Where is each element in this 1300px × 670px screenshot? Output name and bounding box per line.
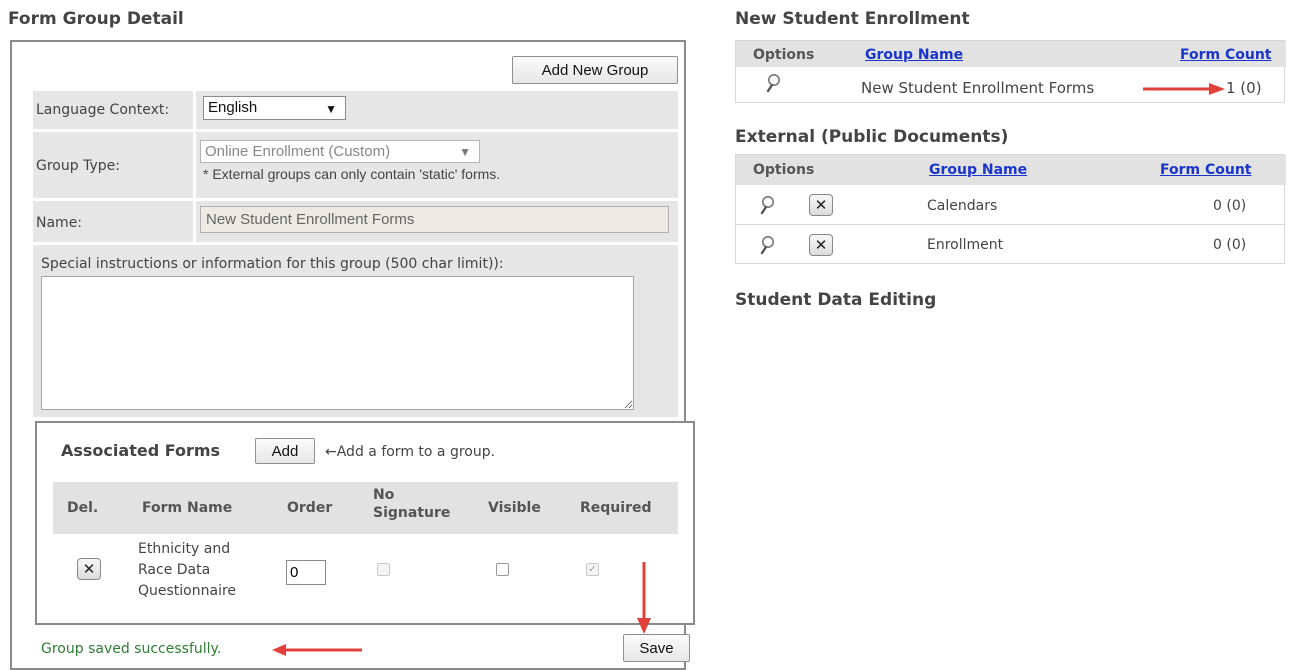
magnifier-icon[interactable] xyxy=(766,73,784,93)
red-arrow-save xyxy=(637,562,651,634)
chevron-down-icon: ▼ xyxy=(325,102,337,116)
col-del: Del. xyxy=(67,500,99,516)
form-name-line3: Questionnaire xyxy=(138,583,237,599)
ext-col-group-name[interactable]: Group Name xyxy=(929,162,1027,178)
language-context-label: Language Context: xyxy=(36,102,170,118)
language-context-select[interactable]: English ▼ xyxy=(203,96,346,120)
close-icon: ✕ xyxy=(82,560,96,578)
group-type-value: Online Enrollment (Custom) xyxy=(205,143,391,160)
ext-col-options: Options xyxy=(753,162,815,178)
col-no-signature-line2: Signature xyxy=(373,505,451,521)
required-checkbox[interactable]: ✓ xyxy=(586,563,599,576)
nse-row-group-name: New Student Enrollment Forms xyxy=(861,79,1095,97)
form-name-line2: Race Data xyxy=(138,562,211,578)
nse-col-options: Options xyxy=(753,47,815,63)
group-type-label: Group Type: xyxy=(36,158,120,174)
col-order: Order xyxy=(287,500,333,516)
nse-col-group-name[interactable]: Group Name xyxy=(865,47,963,63)
col-visible: Visible xyxy=(488,500,541,516)
nse-row-form-count: 1 (0) xyxy=(1226,79,1262,97)
group-type-select[interactable]: Online Enrollment (Custom) ▼ xyxy=(200,140,480,163)
ext-row2-form-count: 0 (0) xyxy=(1213,237,1247,253)
col-form-name: Form Name xyxy=(142,500,233,516)
order-input[interactable] xyxy=(286,560,326,585)
group-name-field[interactable] xyxy=(200,206,669,233)
magnifier-icon[interactable] xyxy=(760,235,778,255)
delete-form-button[interactable]: ✕ xyxy=(77,558,101,580)
language-context-value: English xyxy=(208,99,258,116)
row-divider xyxy=(736,224,1286,225)
associated-forms-title: Associated Forms xyxy=(61,441,221,460)
add-new-group-button[interactable]: Add New Group xyxy=(512,56,678,84)
form-name-line1: Ethnicity and xyxy=(138,541,231,557)
col-no-signature-line1: No xyxy=(373,487,395,503)
red-arrow-form-count xyxy=(1143,83,1225,95)
col-required: Required xyxy=(580,500,652,516)
instructions-label: Special instructions or information for … xyxy=(41,256,504,272)
visible-checkbox[interactable] xyxy=(496,563,509,576)
status-message: Group saved successfully. xyxy=(41,641,222,657)
close-icon: ✕ xyxy=(814,196,828,214)
section-title-external: External (Public Documents) xyxy=(735,127,1009,147)
chevron-down-icon: ▼ xyxy=(459,145,471,159)
add-form-button[interactable]: Add xyxy=(255,438,315,464)
close-icon: ✕ xyxy=(814,236,828,254)
group-type-note: * External groups can only contain 'stat… xyxy=(203,166,501,182)
instructions-textarea[interactable] xyxy=(41,276,634,410)
add-form-hint: ←Add a form to a group. xyxy=(325,444,496,460)
no-signature-checkbox[interactable] xyxy=(377,563,390,576)
page-title: Form Group Detail xyxy=(8,9,184,29)
ext-row1-group-name: Calendars xyxy=(927,198,998,214)
magnifier-icon[interactable] xyxy=(760,195,778,215)
ext-col-form-count[interactable]: Form Count xyxy=(1160,162,1252,178)
save-button[interactable]: Save xyxy=(623,634,690,662)
ext-row1-form-count: 0 (0) xyxy=(1213,198,1247,214)
name-label: Name: xyxy=(36,215,83,231)
ext-row2-group-name: Enrollment xyxy=(927,237,1004,253)
delete-group-button[interactable]: ✕ xyxy=(809,194,833,216)
section-title-student-data-editing: Student Data Editing xyxy=(735,290,937,310)
delete-group-button[interactable]: ✕ xyxy=(809,234,833,256)
red-arrow-status xyxy=(272,644,362,656)
section-title-new-student-enrollment: New Student Enrollment xyxy=(735,9,970,29)
nse-col-form-count[interactable]: Form Count xyxy=(1180,47,1272,63)
